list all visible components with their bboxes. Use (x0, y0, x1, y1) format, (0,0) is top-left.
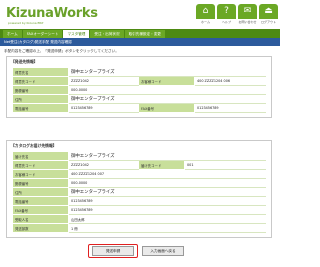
table-row: 受取人名 山田太郎 (12, 214, 266, 224)
home-icon: ⌂ (196, 4, 215, 19)
table-row: FAX番号 0123456789 (12, 205, 266, 215)
tab-master-management[interactable]: マスタ管理 (63, 30, 90, 38)
field-label: 住所 (12, 94, 69, 104)
field-value: 0123456789 (68, 196, 266, 206)
logout-shortcut[interactable]: ⏏ ログアウト (259, 4, 278, 26)
inquiry-shortcut-label: お問い合わせ (238, 20, 257, 24)
field-value: 御中エンタープライズ (68, 187, 266, 197)
table-row: 届け先名 御中エンタープライズ (12, 151, 266, 161)
field-label: FAX番号 (138, 103, 195, 113)
back-to-input-button[interactable]: 入力画面へ戻る (142, 246, 184, 256)
action-buttons: 発送申請 入力画面へ戻る (0, 244, 280, 258)
field-label: 得意先名 (12, 67, 69, 77)
field-value: 1 冊 (68, 223, 266, 233)
field-value: 0123456789 (194, 103, 266, 113)
help-shortcut-label: ヘルプ (221, 20, 231, 24)
field-label: 発送部数 (12, 223, 69, 233)
recipient-info-section: 【カタログお届け先情報】 届け先名 御中エンタープライズ 得意先コード ZZZZ… (6, 140, 272, 238)
table-row: 電話番号 0123456789 (12, 196, 266, 206)
table-row: 発送部数 1 冊 (12, 223, 266, 233)
recipient-section-title: 【カタログお届け先情報】 (11, 143, 57, 148)
app-logo-subtitle: powered by Kizuna ERP (8, 21, 44, 25)
inquiry-icon: ✉ (238, 4, 257, 19)
field-label: 得意先コード (12, 76, 69, 86)
top-header: KizunaWorks powered by Kizuna ERP ⌂ ホーム … (0, 0, 280, 30)
field-label: 電話番号 (12, 196, 69, 206)
field-label: 届け先コード (138, 160, 185, 170)
field-label: 電話番号 (12, 103, 69, 113)
sender-info-table: 得意先名 御中エンタープライズ 得意先コード ZZZZ1042 お客様コード 4… (12, 67, 266, 113)
help-icon: ? (217, 4, 236, 19)
tab-client-settings[interactable]: 取引先様設定・変更 (124, 30, 165, 38)
page-title: Net受注(カタログ)発送手配 発送内容確認 (0, 38, 280, 46)
help-shortcut[interactable]: ? ヘルプ (217, 4, 236, 26)
table-row: 郵便番号 000-0000 (12, 178, 266, 188)
field-label: 受取人名 (12, 214, 69, 224)
table-row: 得意先名 御中エンタープライズ (12, 67, 266, 77)
field-value: ZZZZ1042 (68, 160, 139, 170)
home-shortcut[interactable]: ⌂ ホーム (196, 4, 215, 26)
main-nav: ホーム FAXオーダーシート マスタ管理 受注・出荷状況 取引先様設定・変更 (0, 29, 280, 38)
field-label: 届け先名 (12, 151, 69, 161)
table-row: 郵便番号 000-0000 (12, 85, 266, 95)
field-label: FAX番号 (12, 205, 69, 215)
field-value: 御中エンタープライズ (68, 151, 266, 161)
field-value: 御中エンタープライズ (68, 94, 266, 104)
home-shortcut-label: ホーム (201, 20, 210, 24)
field-value: 400 ZZZZ1204 007 (68, 169, 266, 179)
field-value: 400 ZZZZ1204 006 (194, 76, 266, 86)
recipient-info-table: 届け先名 御中エンタープライズ 得意先コード ZZZZ1042 届け先コード 0… (12, 151, 266, 233)
table-row: 住所 御中エンタープライズ (12, 94, 266, 104)
sender-info-section: 【発送先情報】 得意先名 御中エンタープライズ 得意先コード ZZZZ1042 … (6, 56, 272, 118)
field-label: 得意先コード (12, 160, 69, 170)
field-value: 000-0000 (68, 85, 266, 95)
top-icon-bar: ⌂ ホーム ? ヘルプ ✉ お問い合わせ ⏏ ログアウト (196, 4, 278, 26)
field-label: 郵便番号 (12, 178, 69, 188)
table-row: 得意先コード ZZZZ1042 届け先コード 001 (12, 160, 266, 170)
field-label: お客様コード (138, 76, 195, 86)
field-value: 0123456789 (68, 103, 139, 113)
sender-section-title: 【発送先情報】 (11, 59, 38, 64)
table-row: 得意先コード ZZZZ1042 お客様コード 400 ZZZZ1204 006 (12, 76, 266, 86)
table-row: 電話番号 0123456789 FAX番号 0123456789 (12, 103, 266, 113)
field-value: 御中エンタープライズ (68, 67, 266, 77)
field-label: お客様コード (12, 169, 69, 179)
app-logo[interactable]: KizunaWorks (6, 6, 98, 21)
logout-icon: ⏏ (259, 4, 278, 19)
logout-shortcut-label: ログアウト (260, 20, 276, 24)
table-row: 住所 御中エンタープライズ (12, 187, 266, 197)
field-label: 住所 (12, 187, 69, 197)
submit-shipping-button[interactable]: 発送申請 (92, 246, 134, 256)
field-value: 000-0000 (68, 178, 266, 188)
field-value: 0123456789 (68, 205, 266, 215)
field-label: 郵便番号 (12, 85, 69, 95)
instruction-text: 手配内容をご確認の上、「発送申請」ボタンをクリックしてください。 (4, 49, 119, 53)
field-value: 001 (184, 160, 266, 170)
tab-home[interactable]: ホーム (3, 30, 22, 38)
field-value: 山田太郎 (68, 214, 266, 224)
tab-fax-order-sheet[interactable]: FAXオーダーシート (22, 30, 63, 38)
table-row: お客様コード 400 ZZZZ1204 007 (12, 169, 266, 179)
inquiry-shortcut[interactable]: ✉ お問い合わせ (238, 4, 257, 26)
tab-order-shipping-status[interactable]: 受注・出荷状況 (90, 30, 124, 38)
field-value: ZZZZ1042 (68, 76, 139, 86)
